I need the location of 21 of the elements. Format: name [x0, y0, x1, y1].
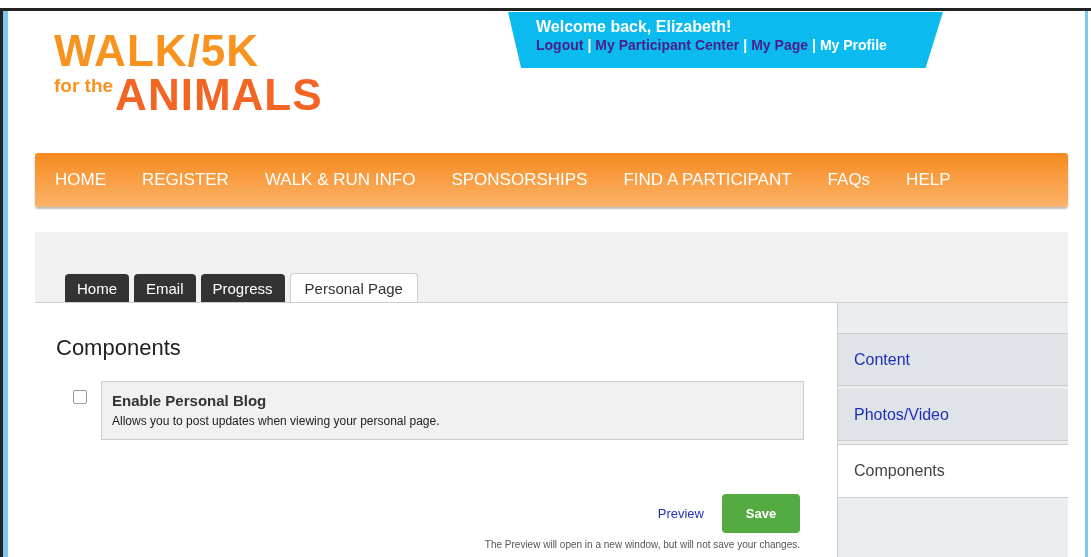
sidebar-item[interactable]: Content	[838, 334, 1068, 386]
component-description: Allows you to post updates when viewing your personal page.	[112, 414, 441, 428]
tab[interactable]: Email	[134, 274, 196, 302]
sidebar-item[interactable]: Photos/Video	[838, 389, 1068, 441]
section-heading: Components	[56, 335, 182, 361]
account-link[interactable]: My Page	[751, 37, 808, 53]
tab[interactable]: Home	[65, 274, 129, 302]
separator: |	[812, 37, 816, 53]
tab[interactable]: Progress	[200, 274, 285, 302]
save-button[interactable]: Save	[722, 494, 800, 533]
preview-note: The Preview will open in a new window, but will not save your changes.	[484, 539, 800, 550]
account-link[interactable]: My Participant Center	[595, 37, 740, 53]
separator: |	[587, 37, 592, 53]
preview-link[interactable]: Preview	[657, 506, 704, 521]
separator: |	[743, 37, 748, 53]
checkbox[interactable]	[73, 390, 87, 404]
account-link[interactable]: Logout	[536, 37, 584, 53]
component-title: Enable Personal Blog	[112, 392, 268, 409]
tab[interactable]: Personal Page	[289, 273, 418, 302]
welcome-text: Welcome back, Elizabeth!	[536, 18, 733, 36]
sidebar-item[interactable]: Components	[838, 444, 1068, 498]
